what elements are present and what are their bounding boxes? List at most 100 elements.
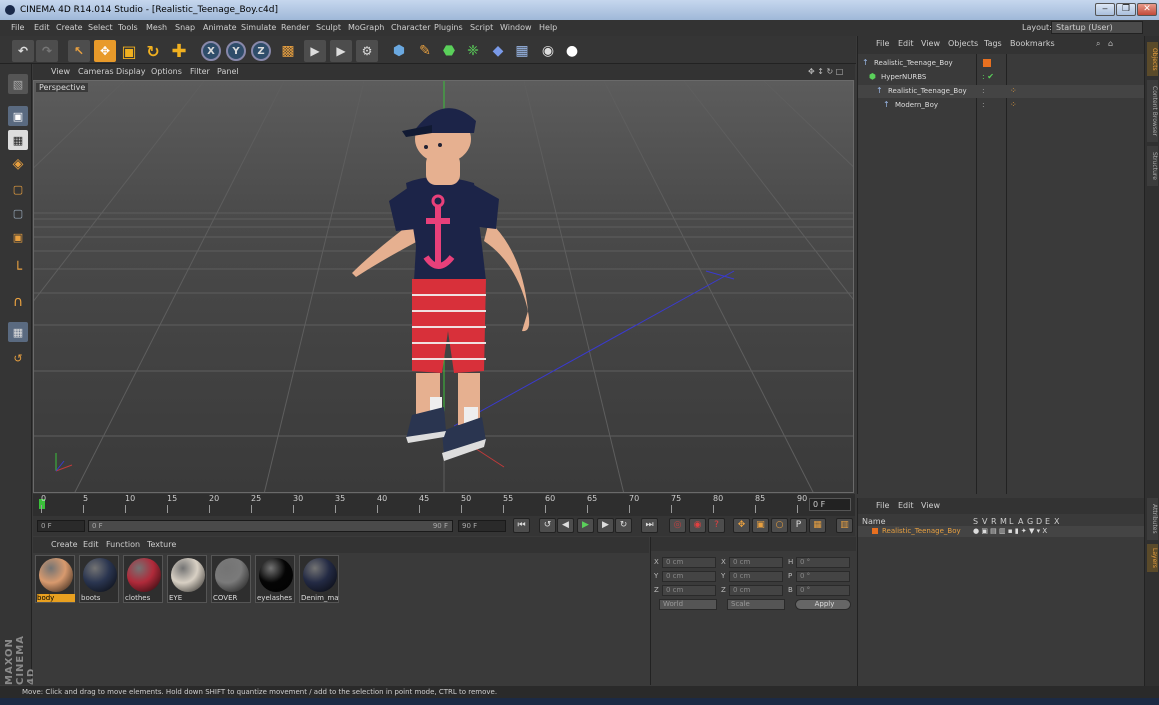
coord-value-field[interactable]: 0 cm [662,571,716,582]
menu-character[interactable]: Character [391,23,431,32]
layout-select[interactable]: Startup (User) [1051,21,1143,34]
layer-column-header[interactable]: E [1045,517,1050,526]
vp-menu-options[interactable]: Options [151,67,182,76]
tab-objects[interactable]: Objects [1147,42,1158,76]
obj-menu-file[interactable]: File [876,39,889,48]
timeline-window-icon[interactable]: ▥ [836,518,853,533]
menu-sculpt[interactable]: Sculpt [316,23,341,32]
x-axis-lock-icon[interactable]: X [201,41,221,61]
menu-create[interactable]: Create [56,23,83,32]
workplane-icon[interactable]: ◈ [8,154,28,174]
tab-content-browser[interactable]: Content Browser [1147,80,1158,142]
menu-edit[interactable]: Edit [34,23,50,32]
coord-value-field[interactable]: 0 cm [729,557,783,568]
character-model[interactable] [352,108,530,461]
layer-column-header[interactable]: V [982,517,987,526]
previous-frame-icon[interactable]: ◀ [557,518,574,533]
object-tree-row[interactable]: ↑ Modern_Boy: ⁘ [858,99,1145,112]
obj-menu-bookmarks[interactable]: Bookmarks [1010,39,1055,48]
end-frame-field[interactable]: 90 F [458,520,506,532]
tab-attributes[interactable]: Attributes [1147,498,1158,540]
layer-menu-view[interactable]: View [921,501,940,510]
menu-simulate[interactable]: Simulate [241,23,276,32]
y-axis-lock-icon[interactable]: Y [226,41,246,61]
visibility-dots-icon[interactable]: : [982,100,985,109]
vp-menu-panel[interactable]: Panel [217,67,239,76]
key-rotation-icon[interactable]: ○ [771,518,788,533]
object-tree-row[interactable]: ↑ Realistic_Teenage_Boy: ⁘ [858,85,1145,98]
menu-mograph[interactable]: MoGraph [348,23,384,32]
redo-icon[interactable]: ↷ [36,40,58,62]
coord-value-field[interactable]: 0 cm [662,557,716,568]
key-pla-icon[interactable]: ▦ [809,518,826,533]
menu-script[interactable]: Script [470,23,493,32]
light-icon[interactable]: ● [561,40,583,62]
planar-workplane-icon[interactable]: ↺ [8,348,28,368]
coord-value-field[interactable]: 0 cm [729,585,783,596]
menu-help[interactable]: Help [539,23,557,32]
go-to-start-icon[interactable]: ⏮ [513,518,530,533]
array-icon[interactable]: ❈ [462,40,484,62]
model-mode-icon[interactable]: ▣ [8,106,28,126]
apply-button[interactable]: Apply [795,599,851,610]
vp-menu-cameras[interactable]: Cameras [78,67,114,76]
layer-column-header[interactable]: M [1000,517,1007,526]
material-swatch[interactable]: clothes [123,555,163,603]
make-editable-icon[interactable]: ▧ [8,74,28,94]
obj-menu-view[interactable]: View [921,39,940,48]
search-icon[interactable]: ⌕ [1096,39,1100,49]
layer-tag-icon[interactable] [983,59,991,67]
mat-menu-function[interactable]: Function [106,540,140,549]
next-frame-icon[interactable]: ▶ [597,518,614,533]
obj-menu-tags[interactable]: Tags [984,39,1002,48]
material-tag-icon[interactable]: ⁘ [1010,86,1017,95]
layer-column-header[interactable]: S [973,517,978,526]
material-swatch[interactable]: boots [79,555,119,603]
record-icon[interactable]: ◎ [669,518,686,533]
move-tool-icon[interactable]: ✥ [94,40,116,62]
menu-mesh[interactable]: Mesh [146,23,167,32]
obj-menu-edit[interactable]: Edit [898,39,914,48]
vp-menu-display[interactable]: Display [116,67,146,76]
material-swatch[interactable]: eyelashes [255,555,295,603]
visibility-dots-icon[interactable]: : [982,86,985,95]
object-mode-icon[interactable]: ▩ [277,40,299,62]
render-picture-viewer-icon[interactable]: ▶ [330,40,352,62]
z-axis-lock-icon[interactable]: Z [251,41,271,61]
keyframe-selection-icon[interactable]: ? [708,518,725,533]
vp-menu-view[interactable]: View [51,67,70,76]
layer-menu-edit[interactable]: Edit [898,501,914,510]
menu-window[interactable]: Window [500,23,532,32]
object-tree-row[interactable]: ↑Realistic_Teenage_Boy: [858,57,1145,70]
coord-value-field[interactable]: 0 cm [662,585,716,596]
start-frame-field[interactable]: 0 F [37,520,85,532]
floor-icon[interactable]: ▦ [511,40,533,62]
material-swatch[interactable]: COVER [211,555,251,603]
key-parameter-icon[interactable]: P [790,518,807,533]
cube-primitive-icon[interactable]: ⬢ [388,40,410,62]
key-position-icon[interactable]: ✥ [733,518,750,533]
menu-select[interactable]: Select [88,23,113,32]
mat-menu-create[interactable]: Create [51,540,78,549]
material-swatch[interactable]: EYE [167,555,207,603]
axis-mode-icon[interactable]: └ [8,260,28,280]
points-mode-icon[interactable]: ▢ [8,179,28,199]
timeline-ruler[interactable]: 0 5 10 15 20 25 30 35 40 45 50 55 60 65 70 75 80 85 90 0 F [33,494,855,516]
maximize-button[interactable]: ❐ [1116,3,1136,16]
edges-mode-icon[interactable]: ▢ [8,203,28,223]
layer-column-header[interactable]: G [1027,517,1033,526]
next-key-icon[interactable]: ↻ [615,518,632,533]
coord-value-field[interactable]: 0 ° [796,557,850,568]
range-slider[interactable]: 0 F 90 F [88,520,453,532]
layer-column-header[interactable]: L [1009,517,1013,526]
coordinate-system-icon[interactable]: ✚ [168,40,190,62]
visibility-dots-icon[interactable]: : ✔ [982,72,994,81]
material-swatch[interactable]: Denim_mat [299,555,339,603]
spline-pen-icon[interactable]: ✎ [414,40,436,62]
live-selection-icon[interactable]: ↖ [68,40,90,62]
autokey-icon[interactable]: ◉ [689,518,706,533]
lock-workplane-icon[interactable]: ▦ [8,322,28,342]
key-scale-icon[interactable]: ▣ [752,518,769,533]
coord-value-field[interactable]: 0 cm [729,571,783,582]
mat-menu-edit[interactable]: Edit [83,540,99,549]
